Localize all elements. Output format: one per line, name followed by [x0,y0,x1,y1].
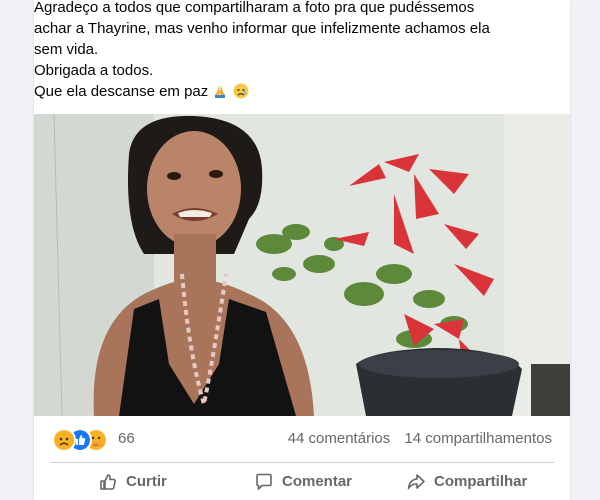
share-button[interactable]: Compartilhar [406,463,527,500]
comment-button-label: Comentar [282,473,353,490]
post-text-line: Obrigada a todos. [34,62,154,79]
comment-count[interactable]: 44 comentários [288,430,391,447]
post-text-line: Que ela descanse em paz [34,81,554,102]
share-count[interactable]: 14 compartilhamentos [404,430,552,447]
post-card: Agradeço a todos que compartilharam a fo… [34,0,570,500]
post-text-line: achar a Thayrine, mas venho informar que… [34,20,490,37]
photo-image [34,114,570,416]
share-icon [407,473,425,489]
post-text-line: sem vida. [34,41,99,58]
praying-hands-icon [215,85,226,98]
post-stats: 66 44 comentários 14 compartilhamentos [34,416,570,462]
engagement-stats: 44 comentários 14 compartilhamentos [278,430,552,447]
post-photo[interactable] [34,114,570,416]
post-text-line: Agradeço a todos que compartilharam a fo… [34,0,475,16]
post-text: Agradeço a todos que compartilharam a fo… [34,0,570,114]
comment-button[interactable]: Comentar [254,463,352,500]
thumbs-up-icon [100,473,116,490]
like-button-label: Curtir [126,473,167,490]
comment-icon [256,473,272,490]
action-bar: Curtir Comentar Compartilhar [34,463,570,500]
post-text-last: Que ela descanse em paz [34,83,209,100]
share-button-label: Compartilhar [434,473,528,490]
like-button[interactable]: Curtir [98,463,167,500]
reaction-count[interactable]: 66 [118,430,135,447]
sad-reaction-icon [52,428,76,452]
sad-face-icon [233,83,249,99]
